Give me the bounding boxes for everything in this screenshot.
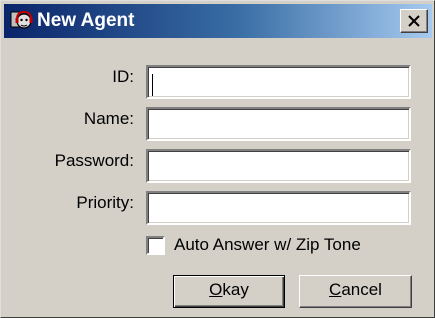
priority-label: Priority: — [76, 193, 134, 212]
close-x-icon — [408, 15, 420, 27]
cancel-button[interactable]: Cancel — [299, 275, 412, 308]
password-field[interactable] — [146, 149, 411, 183]
close-button[interactable] — [400, 9, 428, 33]
text-caret — [152, 74, 153, 96]
auto-answer-checkbox[interactable] — [146, 236, 165, 255]
cancel-accelerator: C — [329, 280, 342, 299]
id-field[interactable] — [146, 65, 411, 99]
password-label: Password: — [54, 151, 134, 170]
new-agent-dialog: New Agent ID: Name: Password: Priority: … — [0, 0, 435, 318]
title-bar[interactable]: New Agent — [4, 4, 432, 38]
cancel-label: ancel — [341, 280, 382, 299]
agent-headset-icon — [10, 10, 33, 29]
priority-field[interactable] — [146, 191, 411, 225]
okay-accelerator: O — [209, 280, 223, 299]
auto-answer-label[interactable]: Auto Answer w/ Zip Tone — [174, 235, 361, 255]
name-label: Name: — [83, 109, 134, 128]
id-label: ID: — [112, 67, 134, 86]
name-field[interactable] — [146, 107, 411, 141]
window-title: New Agent — [37, 10, 135, 31]
okay-label: kay — [222, 280, 249, 299]
okay-button[interactable]: Okay — [173, 275, 285, 308]
